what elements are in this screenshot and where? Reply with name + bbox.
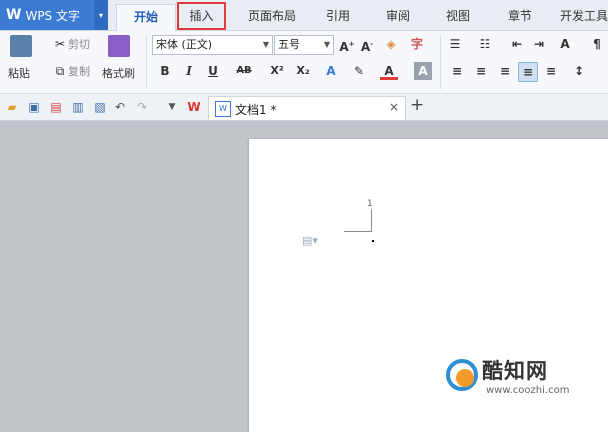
- tab-section[interactable]: 章节: [500, 4, 540, 28]
- open-folder-icon[interactable]: ▰: [4, 99, 20, 115]
- copy-button[interactable]: ⧉ 复制: [52, 63, 90, 79]
- watermark-logo-icon: [456, 369, 474, 387]
- export-pdf-icon[interactable]: ▤: [48, 99, 64, 115]
- tab-home[interactable]: 开始: [116, 4, 176, 31]
- watermark: 酷知网 www.coozhi.com: [446, 355, 596, 405]
- numbered-list-icon[interactable]: ☷: [476, 35, 494, 53]
- clear-format-icon[interactable]: ◈: [382, 35, 400, 53]
- italic-button[interactable]: I: [180, 62, 198, 80]
- chevron-down-icon: ▼: [323, 40, 330, 49]
- watermark-url: www.coozhi.com: [486, 385, 570, 396]
- redo-icon[interactable]: ↷: [134, 99, 150, 115]
- quick-access-bar: ▰ ▣ ▤ ▥ ▧ ↶ ↷ ▼ W W 文档1 * × +: [0, 94, 608, 121]
- app-menu-button[interactable]: W WPS 文字 ▾: [0, 0, 108, 30]
- font-name-value: 宋体 (正文): [156, 38, 213, 51]
- paste-icon: [10, 35, 32, 57]
- ribbon-toolbar: 粘贴 ✂ 剪切 ⧉ 复制 格式刷 宋体 (正文) ▼ 五号 ▼ A+ A- ◈ …: [0, 31, 608, 94]
- text-cursor: [372, 240, 374, 242]
- print-icon[interactable]: ▥: [70, 99, 86, 115]
- line-spacing-icon[interactable]: ↕: [570, 62, 588, 80]
- decrease-indent-icon[interactable]: ⇤: [508, 35, 526, 53]
- chinese-layout-icon[interactable]: A: [556, 35, 574, 53]
- tab-review[interactable]: 审阅: [378, 4, 418, 28]
- tab-page-layout[interactable]: 页面布局: [240, 4, 304, 28]
- document-tab[interactable]: W 文档1 * ×: [208, 96, 406, 120]
- font-size-select[interactable]: 五号 ▼: [274, 35, 334, 55]
- document-icon: W: [215, 101, 231, 117]
- increase-indent-icon[interactable]: ⇥: [530, 35, 548, 53]
- shrink-font-icon[interactable]: A-: [358, 35, 376, 54]
- font-size-value: 五号: [278, 38, 300, 51]
- tab-view[interactable]: 视图: [438, 4, 478, 28]
- page-number: 1: [367, 199, 373, 209]
- align-right-icon[interactable]: ≡: [496, 62, 514, 80]
- highlight-pen-icon[interactable]: ✎: [350, 62, 368, 80]
- title-bar: W WPS 文字 ▾ 开始 插入 页面布局 引用 审阅 视图 章节 开发工具: [0, 0, 608, 31]
- font-color-button[interactable]: A: [380, 62, 398, 80]
- text-effect-icon[interactable]: A: [322, 62, 340, 80]
- undo-icon[interactable]: ↶: [112, 99, 128, 115]
- copy-icon: ⧉: [55, 63, 65, 78]
- chevron-down-icon: ▼: [262, 40, 269, 49]
- cut-label: 剪切: [68, 38, 90, 51]
- format-painter-label[interactable]: 格式刷: [102, 65, 135, 81]
- underline-button[interactable]: U: [204, 62, 222, 80]
- copy-label: 复制: [68, 65, 90, 78]
- char-shading-icon[interactable]: A: [414, 62, 432, 80]
- tab-insert[interactable]: 插入: [177, 2, 226, 30]
- tab-references[interactable]: 引用: [318, 4, 358, 28]
- wps-logo-icon: W: [6, 7, 22, 23]
- align-center-icon[interactable]: ≡: [472, 62, 490, 80]
- watermark-title: 酷知网: [482, 359, 548, 383]
- tab-developer[interactable]: 开发工具: [556, 4, 608, 28]
- paste-button[interactable]: [10, 35, 32, 57]
- strikethrough-button[interactable]: AB: [232, 62, 256, 80]
- superscript-button[interactable]: X²: [266, 62, 288, 80]
- show-marks-icon[interactable]: ¶: [588, 35, 606, 53]
- subscript-button[interactable]: X₂: [292, 62, 314, 80]
- paste-label[interactable]: 粘贴: [8, 65, 30, 81]
- justify-icon[interactable]: ≡: [518, 62, 538, 82]
- grow-font-icon[interactable]: A+: [338, 35, 356, 54]
- margin-corner-mark: [371, 209, 372, 232]
- close-tab-button[interactable]: ×: [389, 100, 399, 114]
- margin-corner-mark: [344, 231, 372, 232]
- customize-dropdown-icon[interactable]: ▼: [164, 99, 180, 115]
- font-name-select[interactable]: 宋体 (正文) ▼: [152, 35, 273, 55]
- brush-icon: [108, 35, 130, 57]
- format-painter-button[interactable]: [108, 35, 130, 57]
- app-name: WPS 文字: [25, 8, 80, 23]
- distributed-align-icon[interactable]: ≡: [542, 62, 560, 80]
- wps-home-icon[interactable]: W: [186, 99, 202, 115]
- new-tab-button[interactable]: +: [410, 95, 424, 115]
- bullet-list-icon[interactable]: ☰: [446, 35, 464, 53]
- bold-button[interactable]: B: [156, 62, 174, 80]
- page-options-icon[interactable]: ▤▾: [302, 234, 318, 247]
- app-menu-dropdown[interactable]: ▾: [94, 0, 108, 30]
- scissors-icon: ✂: [54, 37, 66, 51]
- print-preview-icon[interactable]: ▧: [92, 99, 108, 115]
- cut-button[interactable]: ✂ 剪切: [52, 36, 90, 52]
- ribbon-separator: [440, 35, 441, 89]
- pinyin-icon[interactable]: 字: [408, 35, 426, 53]
- document-title: 文档1 *: [235, 103, 277, 117]
- align-left-icon[interactable]: ≡: [448, 62, 466, 80]
- ribbon-separator: [146, 35, 147, 89]
- save-icon[interactable]: ▣: [26, 99, 42, 115]
